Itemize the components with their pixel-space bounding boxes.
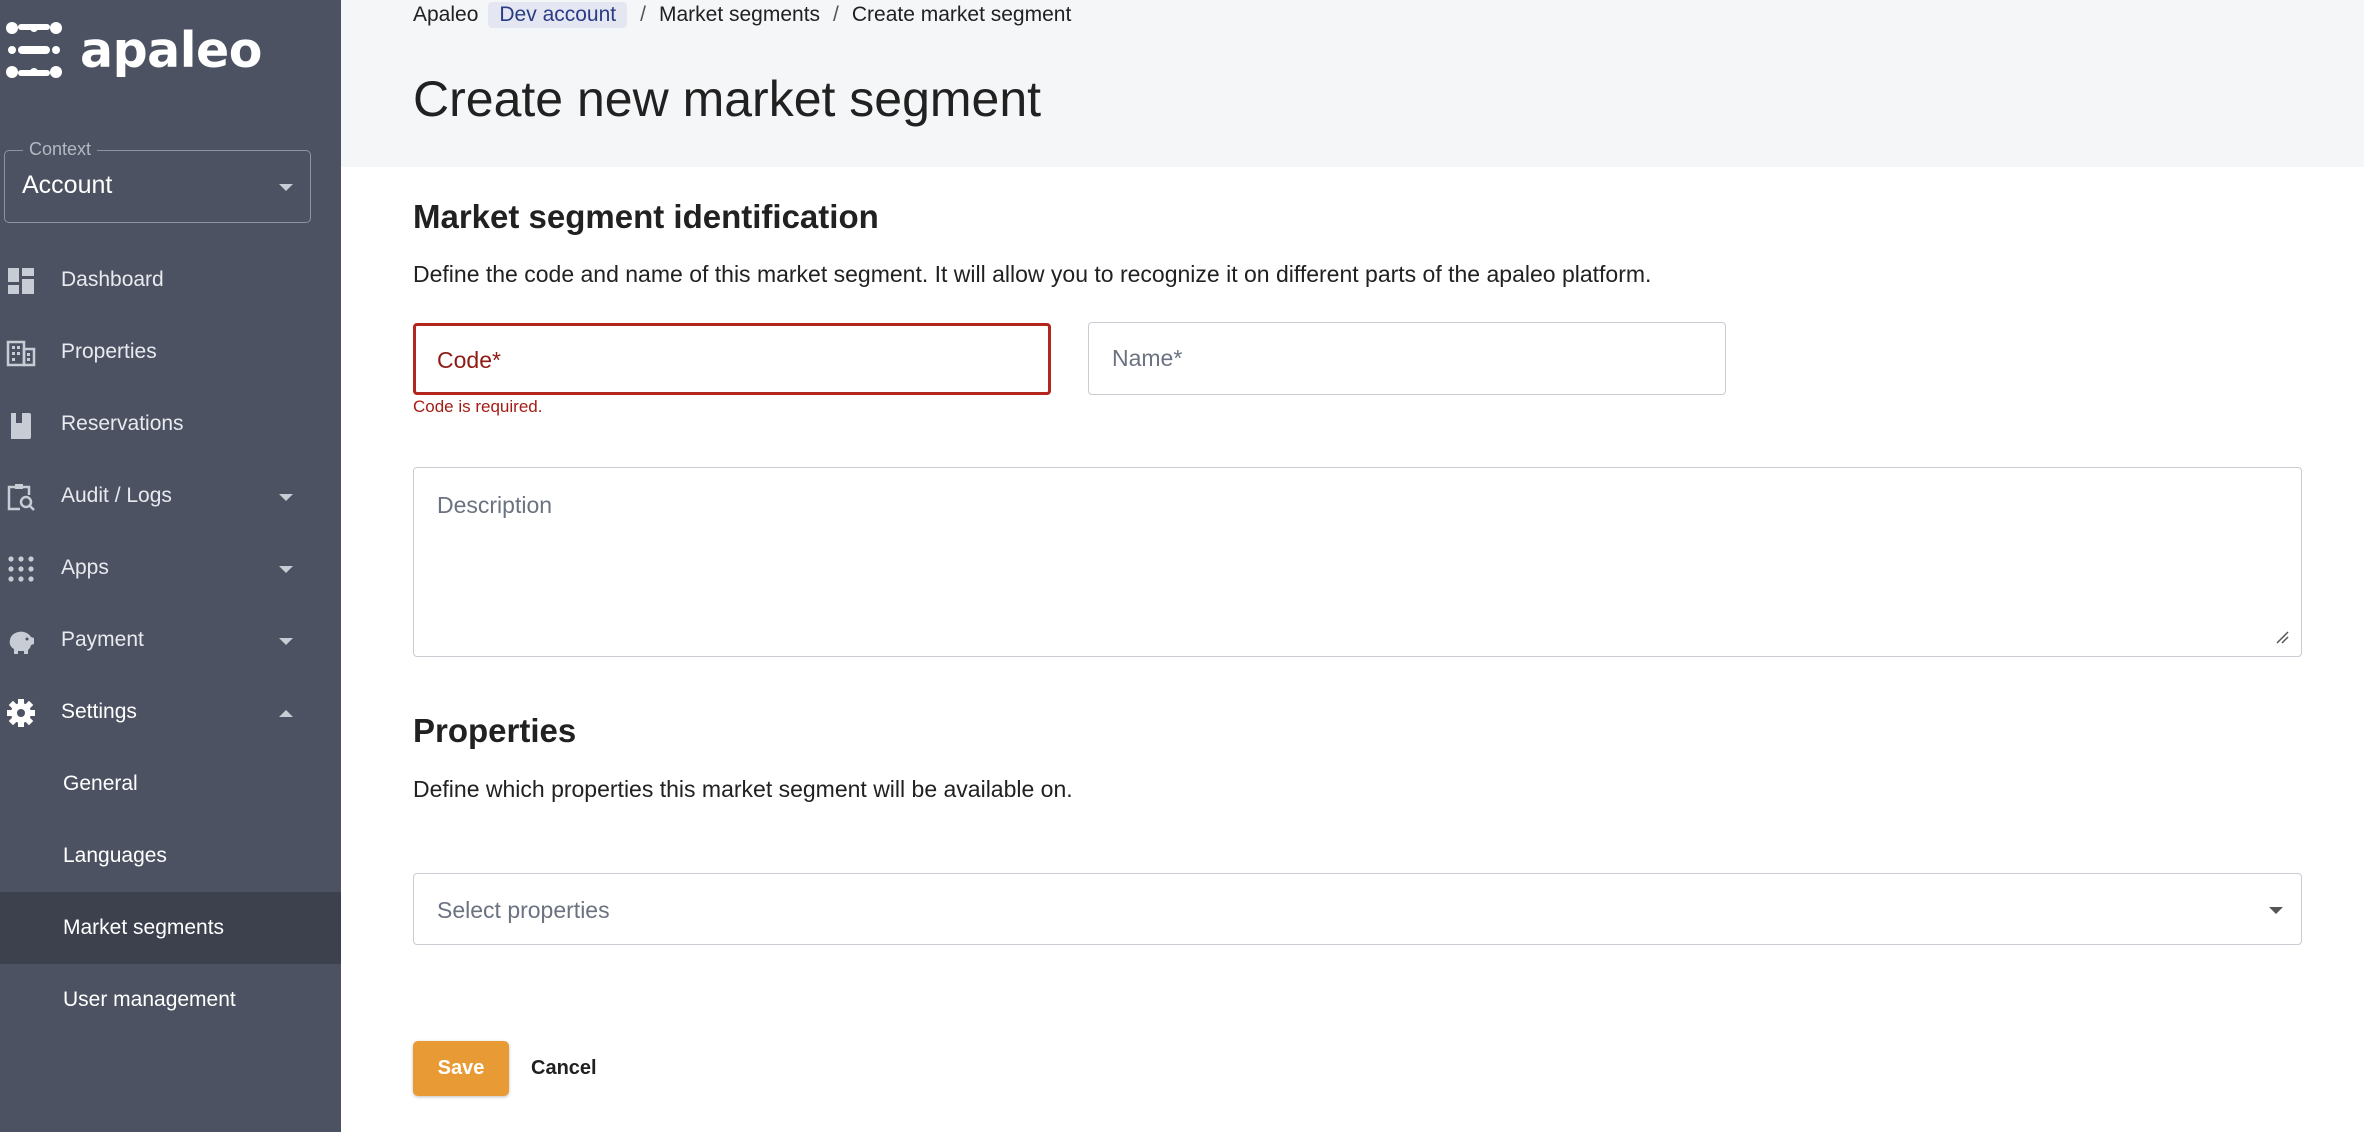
properties-section-description: Define which properties this market segm… [413,776,1073,802]
sidebar-nav: Dashboard Properties Reservations Audit … [0,244,341,1036]
dashboard-icon [8,268,34,294]
sidebar-item-label: Payment [61,628,144,651]
booking-icon [11,413,31,439]
gear-icon [7,699,35,727]
sidebar-item-label: Properties [61,340,157,363]
sidebar-item-label: Audit / Logs [61,484,172,507]
sidebar-item-dashboard[interactable]: Dashboard [0,244,341,316]
building-icon [6,340,36,367]
sidebar-item-label: General [63,772,138,795]
breadcrumb-current: Create market segment [851,3,1072,26]
code-input[interactable]: Code* [413,323,1051,395]
apps-grid-icon [8,556,34,582]
context-select[interactable]: Context Account [4,139,311,223]
save-button[interactable]: Save [413,1041,509,1096]
chevron-down-icon [279,184,293,191]
breadcrumb-root[interactable]: Apaleo [413,3,478,27]
breadcrumb-market-segments[interactable]: Market segments [659,3,820,27]
sidebar-item-audit-logs[interactable]: Audit / Logs [0,460,341,532]
chevron-up-icon [279,710,293,717]
brand-logo[interactable]: apaleo [4,20,262,80]
properties-select[interactable]: Select properties [413,873,2302,945]
brand-name: apaleo [80,21,262,79]
sidebar-item-apps[interactable]: Apps [0,532,341,604]
sidebar-item-settings[interactable]: Settings [0,676,341,748]
sidebar-item-label: Apps [61,556,109,579]
apaleo-logo-icon [6,22,62,78]
chevron-down-icon [2269,907,2283,914]
code-error-message: Code is required. [413,397,543,416]
sidebar-item-market-segments[interactable]: Market segments [0,892,341,964]
sidebar-item-label: Languages [63,844,167,867]
description-placeholder: Description [437,492,553,518]
context-value: Account [22,171,113,199]
breadcrumb-separator: / [833,3,839,26]
sidebar-item-reservations[interactable]: Reservations [0,388,341,460]
piggy-bank-icon [9,631,34,654]
chevron-down-icon [279,494,293,501]
sidebar-item-properties[interactable]: Properties [0,316,341,388]
sidebar-item-label: User management [63,988,236,1011]
code-placeholder: Code* [437,347,501,373]
sidebar-item-user-management[interactable]: User management [0,964,341,1036]
audit-search-icon [7,484,35,511]
name-placeholder: Name* [1112,345,1183,371]
sidebar-item-label: Dashboard [61,268,164,291]
cancel-button[interactable]: Cancel [531,1041,597,1096]
sidebar-item-label: Settings [61,700,137,723]
page-title: Create new market segment [413,71,1042,127]
sidebar-item-languages[interactable]: Languages [0,820,341,892]
name-input[interactable]: Name* [1088,322,1726,395]
properties-section-title: Properties [413,712,577,749]
identification-section-title: Market segment identification [413,198,879,235]
identification-section-description: Define the code and name of this market … [413,261,1652,287]
description-textarea[interactable]: Description [413,467,2302,657]
sidebar: apaleo Context Account Dashboard Propert… [0,0,341,1132]
breadcrumb-account[interactable]: Dev account [488,2,628,28]
breadcrumb: Apaleo Dev account / Market segments / C… [413,2,1071,28]
properties-select-placeholder: Select properties [437,897,610,923]
sidebar-item-payment[interactable]: Payment [0,604,341,676]
main-content: Apaleo Dev account / Market segments / C… [341,0,2364,1132]
context-legend: Context [23,139,98,160]
sidebar-item-label: Reservations [61,412,184,435]
breadcrumb-separator: / [640,3,646,26]
chevron-down-icon [279,566,293,573]
sidebar-item-general[interactable]: General [0,748,341,820]
chevron-down-icon [279,638,293,645]
sidebar-item-label: Market segments [63,916,225,939]
page-header: Apaleo Dev account / Market segments / C… [341,0,2364,167]
resize-handle-icon[interactable] [2275,630,2289,644]
